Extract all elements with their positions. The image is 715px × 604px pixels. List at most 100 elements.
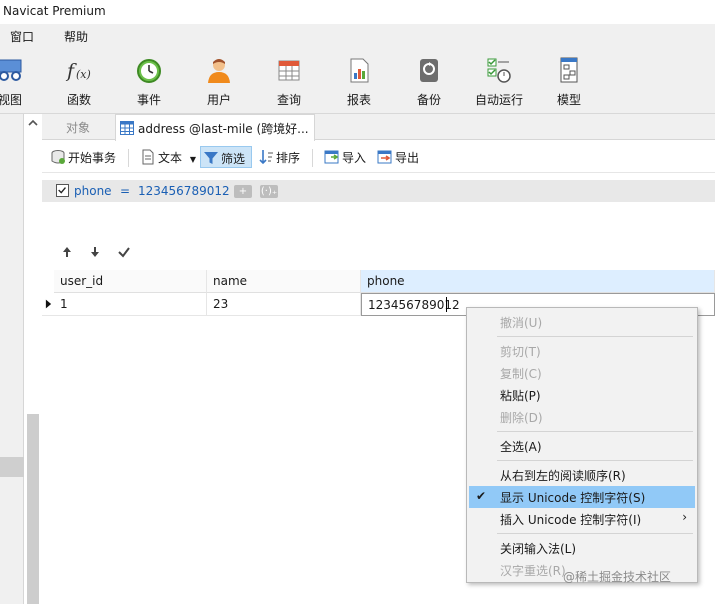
menu-paste[interactable]: 粘贴(P) (469, 384, 695, 406)
menu-divider (497, 460, 693, 461)
cell-name[interactable]: 23 (207, 293, 361, 316)
transaction-icon (51, 150, 65, 164)
filter-funnel-icon (204, 152, 218, 164)
import-button[interactable]: 导入 (322, 146, 366, 168)
context-menu: 撤消(U) 剪切(T) 复制(C) 粘贴(P) 删除(D) 全选(A) 从右到左… (466, 307, 698, 583)
function-icon: f (x) (65, 60, 91, 82)
menu-copy[interactable]: 复制(C) (469, 362, 695, 384)
menu-select-all[interactable]: 全选(A) (469, 435, 695, 457)
sort-icon (259, 150, 273, 165)
arrow-up-icon[interactable] (60, 244, 74, 260)
toolbar-user-button[interactable]: 用户 (185, 48, 253, 114)
window-title: Navicat Premium (3, 4, 106, 18)
toolbar-divider (312, 149, 313, 167)
navigation-scrollbar[interactable] (24, 114, 42, 604)
import-icon (324, 150, 339, 164)
column-header-name[interactable]: name (207, 270, 361, 293)
user-icon (208, 59, 230, 83)
menu-right-to-left[interactable]: 从右到左的阅读顺序(R) (469, 464, 695, 486)
add-filter-button[interactable]: + (234, 185, 252, 198)
export-button[interactable]: 导出 (375, 146, 419, 168)
scroll-up-arrow-icon[interactable] (27, 118, 39, 128)
navigation-selected-item[interactable] (0, 457, 24, 477)
menu-divider (497, 336, 693, 337)
tab-address-table[interactable]: address @last-mile (跨境好... (115, 114, 315, 141)
event-clock-icon (137, 59, 161, 83)
toolbar-backup-label: 备份 (416, 93, 441, 107)
row-pointer-icon (45, 299, 52, 309)
text-document-icon (142, 149, 154, 165)
menu-undo[interactable]: 撤消(U) (469, 311, 695, 333)
menu-divider (497, 533, 693, 534)
sort-button[interactable]: 排序 (256, 146, 300, 168)
menu-window[interactable]: 窗口 (10, 28, 34, 45)
column-header-phone[interactable]: phone (361, 270, 715, 293)
toolbar-event-label: 事件 (136, 93, 161, 107)
toolbar-automation-label: 自动运行 (474, 93, 523, 107)
toolbar-event-button[interactable]: 事件 (115, 48, 183, 114)
text-dropdown-button[interactable]: 文本 ▼ (138, 146, 196, 168)
cell-user-id[interactable]: 1 (54, 293, 207, 316)
apply-check-icon[interactable] (117, 244, 131, 260)
toolbar-divider (128, 149, 129, 167)
scrollbar-thumb[interactable] (27, 414, 39, 604)
chevron-down-icon: ▼ (189, 155, 196, 164)
main-toolbar: 视图 f (x) 函数 事件 用户 查询 报表 备份 自动运行 模型 (0, 48, 715, 114)
filter-value[interactable]: 123456789012 (138, 184, 230, 198)
export-icon (377, 150, 392, 164)
report-icon (350, 58, 369, 83)
toolbar-query-button[interactable]: 查询 (255, 48, 323, 114)
record-navigation (42, 244, 162, 262)
menu-help[interactable]: 帮助 (64, 28, 88, 45)
tab-address-table-label: address @last-mile (跨境好... (138, 122, 309, 136)
menu-show-unicode-control-chars[interactable]: ✔ 显示 Unicode 控制字符(S) (469, 486, 695, 508)
table-toolbar: 开始事务 文本 ▼ 筛选 排序 导入 导出 (42, 141, 715, 173)
text-cursor (446, 297, 447, 312)
filter-enabled-checkbox[interactable] (56, 184, 69, 197)
menu-show-unicode-label: 显示 Unicode 控制字符(S) (500, 491, 646, 505)
tab-objects[interactable]: 对象 (42, 114, 114, 140)
menu-close-ime[interactable]: 关闭输入法(L) (469, 537, 695, 559)
check-icon (58, 187, 66, 194)
menu-insert-unicode-label: 插入 Unicode 控制字符(I) (500, 513, 642, 527)
menu-divider (497, 431, 693, 432)
filter-button[interactable]: 筛选 (200, 146, 252, 168)
toolbar-report-button[interactable]: 报表 (325, 48, 393, 114)
menu-bar: 窗口 帮助 (0, 24, 715, 48)
toolbar-model-label: 模型 (556, 93, 581, 107)
toolbar-user-label: 用户 (206, 93, 231, 107)
toolbar-view-label: 视图 (0, 93, 22, 107)
import-label: 导入 (342, 151, 367, 165)
filter-field[interactable]: phone (74, 184, 112, 198)
menu-delete[interactable]: 删除(D) (469, 406, 695, 428)
filter-bar: phone = 123456789012 + (·)₊ (42, 180, 715, 202)
filter-operator[interactable]: = (120, 184, 130, 198)
submenu-arrow-icon: › (682, 510, 687, 524)
navigation-pane[interactable] (0, 114, 24, 604)
current-row-indicator[interactable] (42, 293, 54, 316)
begin-transaction-button[interactable]: 开始事务 (48, 146, 116, 168)
checkmark-icon: ✔ (476, 489, 487, 503)
column-header-user-id[interactable]: user_id (54, 270, 207, 293)
toolbar-model-button[interactable]: 模型 (535, 48, 603, 114)
text-dropdown-label: 文本 (158, 151, 183, 165)
sort-label: 排序 (276, 151, 301, 165)
filter-label: 筛选 (221, 152, 246, 166)
menu-cut[interactable]: 剪切(T) (469, 340, 695, 362)
view-icon (0, 59, 22, 81)
toolbar-backup-button[interactable]: 备份 (395, 48, 463, 114)
svg-text:(x): (x) (76, 68, 91, 81)
add-filter-group-button[interactable]: (·)₊ (260, 185, 278, 198)
automation-icon (487, 58, 511, 83)
watermark: @稀土掘金技术社区 (563, 570, 672, 584)
menu-insert-unicode-control-char[interactable]: 插入 Unicode 控制字符(I) › (469, 508, 695, 530)
arrow-down-icon[interactable] (88, 244, 102, 260)
begin-transaction-label: 开始事务 (68, 151, 117, 165)
toolbar-query-label: 查询 (276, 93, 301, 107)
toolbar-report-label: 报表 (346, 93, 371, 107)
toolbar-view-button[interactable]: 视图 (0, 48, 44, 114)
table-icon (120, 121, 134, 135)
toolbar-function-button[interactable]: f (x) 函数 (45, 48, 113, 114)
query-grid-icon (278, 60, 300, 81)
toolbar-automation-button[interactable]: 自动运行 (465, 48, 533, 114)
